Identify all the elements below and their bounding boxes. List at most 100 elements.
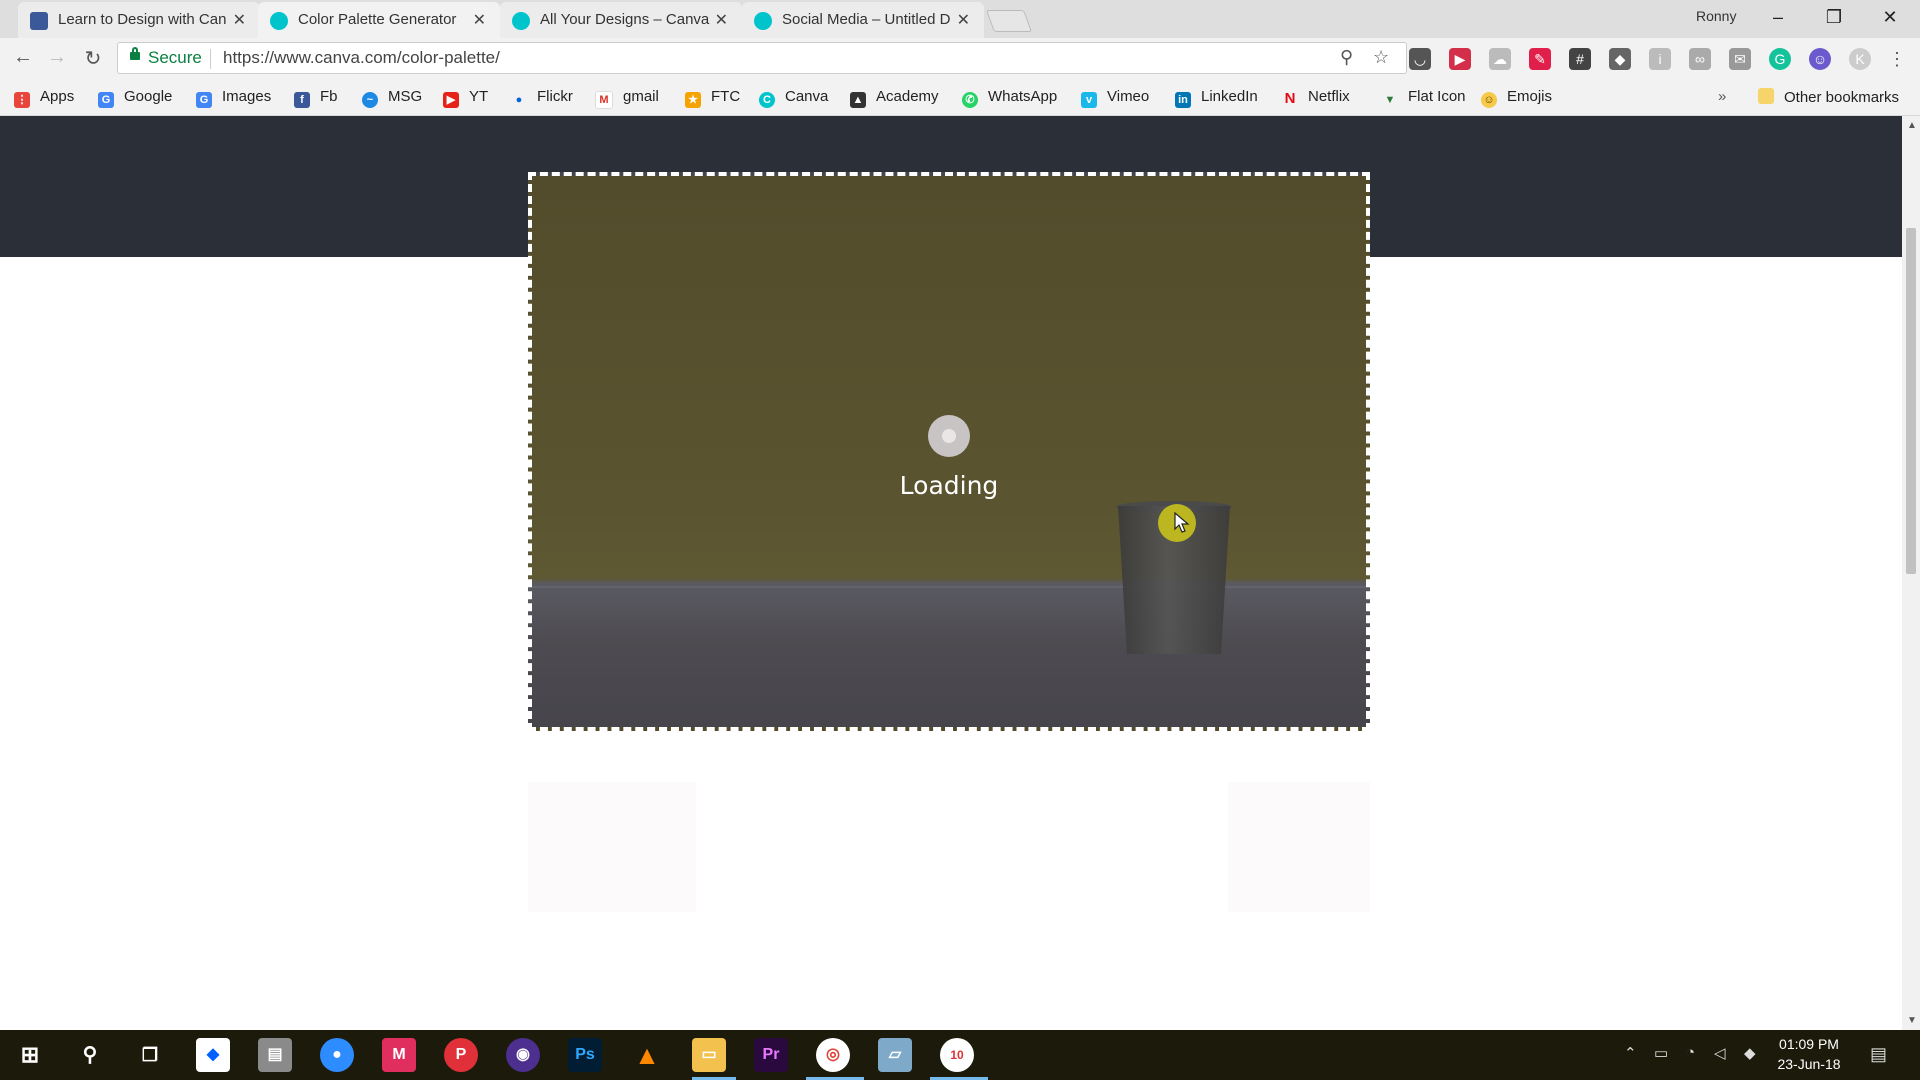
academy-icon: ▲ <box>850 92 866 108</box>
dropbox-tray-icon[interactable]: ◆ <box>1744 1044 1756 1062</box>
file-app-icon[interactable]: ▤ <box>258 1038 292 1072</box>
scrollbar-thumb[interactable] <box>1906 228 1916 574</box>
folder-icon <box>1758 88 1774 104</box>
bookmark-canva[interactable]: C Canva <box>759 88 828 108</box>
volume-icon[interactable]: ◁ <box>1714 1044 1726 1062</box>
vertical-scrollbar[interactable]: ▲ ▼ <box>1902 116 1920 1030</box>
action-center-icon[interactable]: ▤ <box>1870 1044 1887 1065</box>
page-content: Loading <box>0 116 1902 1030</box>
restore-icon[interactable]: ❐ <box>1806 0 1862 36</box>
back-icon[interactable]: ← <box>10 46 36 69</box>
info-icon[interactable]: i <box>1649 48 1671 70</box>
hashtag-icon[interactable]: # <box>1569 48 1591 70</box>
task-view-icon[interactable]: ❐ <box>133 1038 167 1072</box>
bookmarks-overflow-button[interactable]: » <box>1718 88 1726 105</box>
tab-social-media[interactable]: Social Media – Untitled D ✕ <box>742 2 984 38</box>
bookmark-ftc[interactable]: ★ FTC <box>685 88 740 108</box>
other-bookmarks[interactable]: Other bookmarks <box>1758 88 1899 106</box>
file-explorer-icon[interactable]: ▭ <box>692 1038 726 1072</box>
tab-all-your-designs[interactable]: All Your Designs – Canva ✕ <box>500 2 742 38</box>
palette-swatch <box>528 782 696 912</box>
zoom-app-icon[interactable]: ● <box>320 1038 354 1072</box>
notification-app-icon[interactable]: 10 <box>940 1038 974 1072</box>
bookmarks-bar: ⋮ Apps G Google G Images f Fb ~ MSG ▶ YT ● Flic… <box>0 80 1920 116</box>
reload-icon[interactable]: ↻ <box>80 46 106 71</box>
bookmark-flat-icon[interactable]: ▼ Flat Icon <box>1382 88 1466 108</box>
windows-start-icon[interactable]: ⊞ <box>13 1038 47 1072</box>
minimize-icon[interactable]: – <box>1750 0 1806 36</box>
chrome-icon[interactable]: ◎ <box>816 1038 850 1072</box>
tray-chevron-icon[interactable]: ⌃ <box>1624 1044 1637 1062</box>
pinterest-icon[interactable]: P <box>444 1038 478 1072</box>
tab-title: Social Media – Untitled D <box>782 11 951 28</box>
extension-icon[interactable]: ☺ <box>1809 48 1831 70</box>
image-upload-dropzone[interactable]: Loading <box>528 172 1370 731</box>
extension-icon[interactable]: ✎ <box>1529 48 1551 70</box>
bookmark-label: Flat Icon <box>1408 88 1466 105</box>
bookmark-vimeo[interactable]: v Vimeo <box>1081 88 1149 108</box>
battery-icon[interactable]: ▭ <box>1654 1044 1668 1062</box>
bookmark-whatsapp[interactable]: ✆ WhatsApp <box>962 88 1057 108</box>
address-bar[interactable]: Secure https://www.canva.com/color-palet… <box>117 42 1407 74</box>
tab-learn-to-design[interactable]: Learn to Design with Can ✕ <box>18 2 260 38</box>
close-icon[interactable]: ✕ <box>715 10 728 30</box>
scroll-down-icon[interactable]: ▼ <box>1907 1015 1917 1026</box>
canva-icon <box>270 12 288 30</box>
extension-icon[interactable]: K <box>1849 48 1871 70</box>
bookmark-images[interactable]: G Images <box>196 88 271 108</box>
extension-icon[interactable]: ✉ <box>1729 48 1751 70</box>
cloud-icon[interactable]: ☁ <box>1489 48 1511 70</box>
scroll-up-icon[interactable]: ▲ <box>1907 120 1917 131</box>
bookmark-label: Images <box>222 88 272 105</box>
m-app-icon[interactable]: M <box>382 1038 416 1072</box>
clock-date: 23-Jun-18 <box>1777 1056 1841 1072</box>
url-text[interactable]: https://www.canva.com/color-palette/ <box>223 48 500 68</box>
tab-color-palette-generator[interactable]: Color Palette Generator ✕ <box>258 2 500 38</box>
extension-icon[interactable]: ▶ <box>1449 48 1471 70</box>
bookmark-msg[interactable]: ~ MSG <box>362 88 422 108</box>
bookmark-flickr[interactable]: ● Flickr <box>511 88 573 108</box>
bookmark-star-icon[interactable]: ☆ <box>1373 47 1389 68</box>
photoshop-icon[interactable]: Ps <box>568 1038 602 1072</box>
bookmark-label: Academy <box>876 88 939 105</box>
facebook-icon: f <box>294 92 310 108</box>
close-icon[interactable]: ✕ <box>473 10 486 30</box>
whatsapp-icon: ✆ <box>962 92 978 108</box>
clock-time: 01:09 PM <box>1779 1036 1839 1052</box>
bookmark-linkedin[interactable]: in LinkedIn <box>1175 88 1258 108</box>
search-icon[interactable]: ⚲ <box>73 1038 107 1072</box>
new-tab-button[interactable] <box>985 10 1033 32</box>
vlc-icon[interactable]: ▲ <box>630 1038 664 1072</box>
app-icon[interactable]: ▱ <box>878 1038 912 1072</box>
mouse-pointer-icon <box>1174 512 1190 533</box>
close-icon[interactable]: ✕ <box>957 10 970 30</box>
bookmark-netflix[interactable]: N Netflix <box>1282 88 1350 107</box>
dropbox-icon[interactable]: ◆ <box>196 1038 230 1072</box>
secure-label: Secure <box>148 48 202 67</box>
forward-icon[interactable]: → <box>44 46 70 69</box>
loading-spinner-icon <box>928 415 970 457</box>
app-icon[interactable]: ◉ <box>506 1038 540 1072</box>
wifi-icon[interactable]: ◔ <box>1686 1044 1695 1061</box>
extension-icon[interactable]: ∞ <box>1689 48 1711 70</box>
close-icon[interactable]: ✕ <box>233 10 246 30</box>
premiere-icon[interactable]: Pr <box>754 1038 788 1072</box>
bookmark-gmail[interactable]: Mgmail <box>595 88 659 109</box>
clock[interactable]: 01:09 PM 23-Jun-18 <box>1772 1034 1846 1074</box>
extension-icon[interactable]: ◆ <box>1609 48 1631 70</box>
profile-name[interactable]: Ronny <box>1696 8 1736 24</box>
bookmark-fb[interactable]: f Fb <box>294 88 338 108</box>
pocket-icon[interactable]: ◡ <box>1409 48 1431 70</box>
bookmark-academy[interactable]: ▲ Academy <box>850 88 939 108</box>
bookmark-emojis[interactable]: ☺ Emojis <box>1481 88 1552 108</box>
close-window-icon[interactable]: ✕ <box>1862 0 1918 36</box>
bookmark-label: Other bookmarks <box>1784 89 1900 106</box>
grammarly-icon[interactable]: G <box>1769 48 1791 70</box>
divider <box>210 49 211 69</box>
bookmark-yt[interactable]: ▶ YT <box>443 88 488 108</box>
bookmark-apps[interactable]: ⋮ Apps <box>14 88 74 108</box>
bookmark-label: gmail <box>623 88 659 105</box>
bookmark-google[interactable]: G Google <box>98 88 172 108</box>
zoom-icon[interactable]: ⚲ <box>1340 47 1353 68</box>
menu-icon[interactable]: ⋮ <box>1886 48 1908 70</box>
